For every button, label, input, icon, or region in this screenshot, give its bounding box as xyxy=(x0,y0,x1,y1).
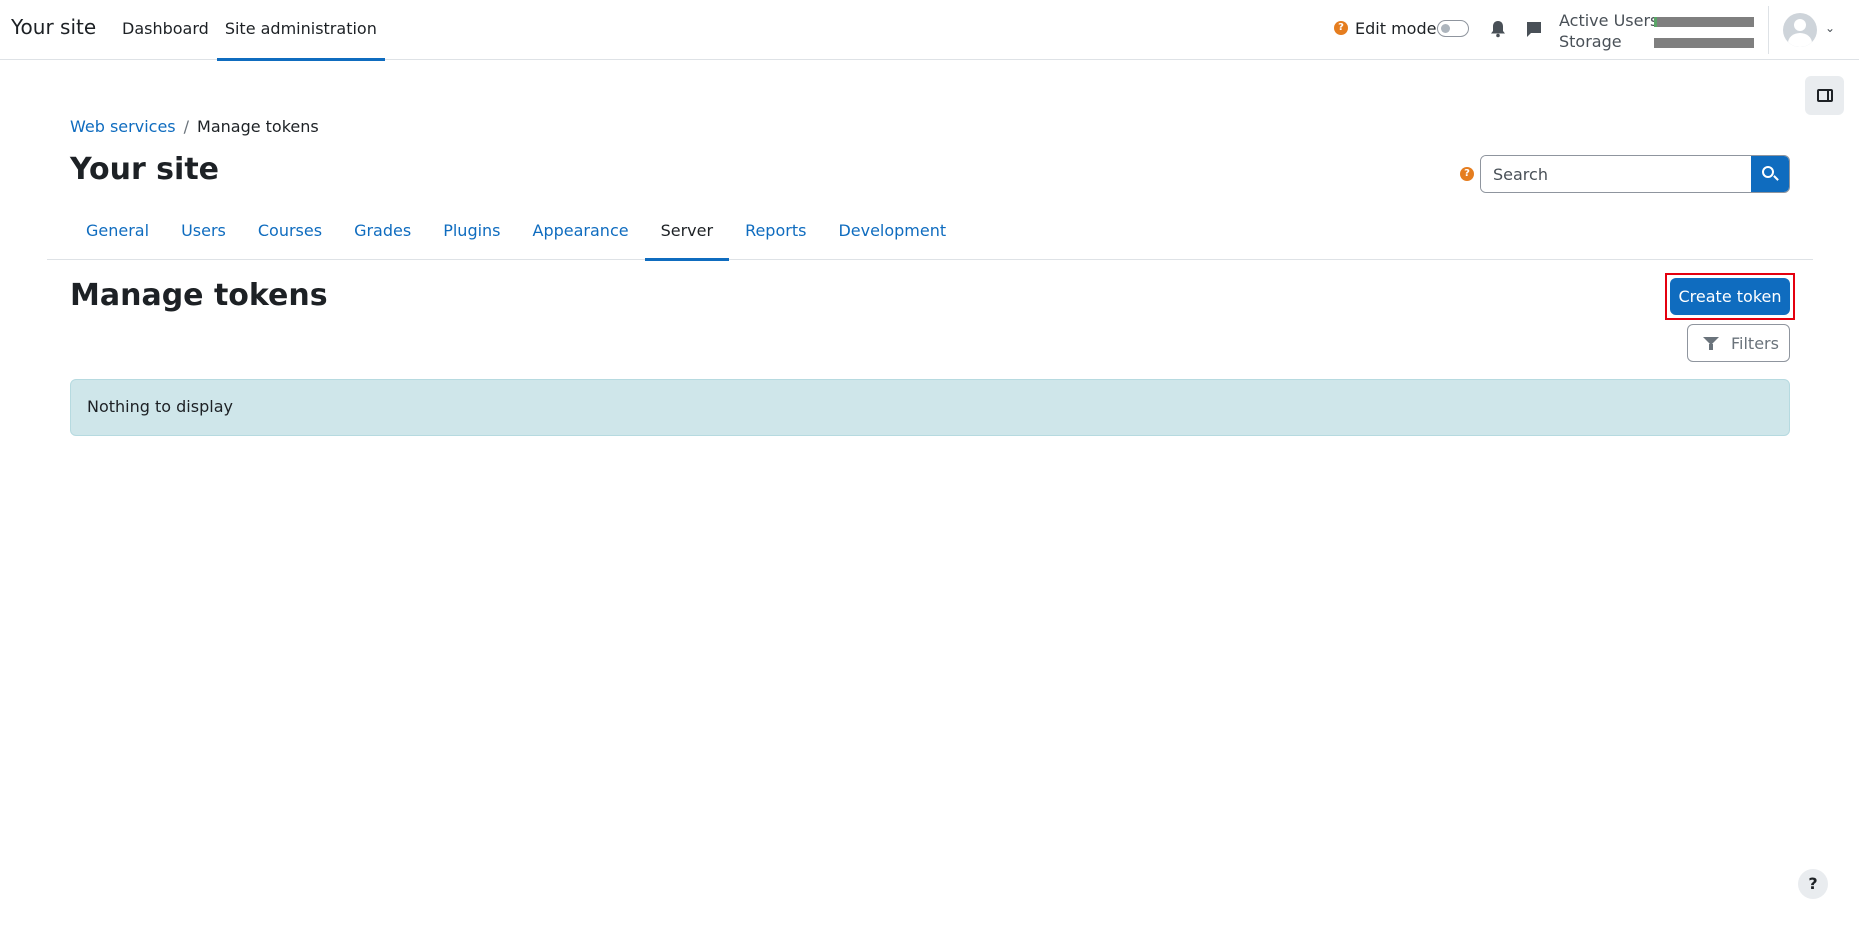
tab-reports[interactable]: Reports xyxy=(729,210,822,260)
secondary-nav: General Users Courses Grades Plugins App… xyxy=(47,210,1813,261)
empty-state-alert: Nothing to display xyxy=(70,379,1790,436)
storage-bar xyxy=(1654,38,1754,48)
search-help-icon[interactable]: ? xyxy=(1460,167,1474,181)
active-users-bar xyxy=(1654,17,1754,27)
avatar-head xyxy=(1794,19,1806,31)
breadcrumb: Web services / Manage tokens xyxy=(70,117,319,136)
tab-plugins[interactable]: Plugins xyxy=(427,210,516,260)
breadcrumb-current: Manage tokens xyxy=(197,117,319,136)
highlight-box: Create token xyxy=(1665,273,1795,320)
block-drawer-toggle-button[interactable] xyxy=(1805,76,1844,115)
messages-chat-icon[interactable] xyxy=(1525,20,1543,42)
breadcrumb-web-services-link[interactable]: Web services xyxy=(70,117,176,136)
chevron-down-icon: ⌄ xyxy=(1825,21,1836,35)
site-brand-link[interactable]: Your site xyxy=(11,15,96,39)
tab-server[interactable]: Server xyxy=(644,210,730,261)
tab-appearance[interactable]: Appearance xyxy=(517,210,645,260)
breadcrumb-separator: / xyxy=(183,117,190,136)
storage-label: Storage xyxy=(1559,32,1622,51)
tab-development[interactable]: Development xyxy=(822,210,962,260)
search-icon-handle xyxy=(1773,175,1779,181)
filter-funnel-icon-stem xyxy=(1709,344,1713,350)
edit-mode-toggle[interactable] xyxy=(1437,20,1469,37)
help-question-button[interactable]: ? xyxy=(1798,869,1828,899)
filters-button-label: Filters xyxy=(1731,334,1779,353)
primary-nav: Dashboard Site administration xyxy=(114,0,385,61)
avatar-body xyxy=(1788,33,1812,47)
admin-search-form xyxy=(1480,155,1790,193)
nav-item-site-administration[interactable]: Site administration xyxy=(216,0,385,61)
filters-button[interactable]: Filters xyxy=(1687,324,1790,362)
create-token-button[interactable]: Create token xyxy=(1670,278,1790,315)
nav-item-dashboard[interactable]: Dashboard xyxy=(114,0,217,60)
tab-general[interactable]: General xyxy=(70,210,165,260)
active-users-label: Active Users xyxy=(1559,11,1659,30)
top-navbar: Your site Dashboard Site administration … xyxy=(0,0,1859,61)
tab-users[interactable]: Users xyxy=(165,210,242,260)
avatar xyxy=(1783,13,1817,47)
edit-mode-help-icon[interactable]: ? xyxy=(1334,21,1348,35)
search-submit-button[interactable] xyxy=(1751,156,1789,192)
edit-mode-label: Edit mode xyxy=(1355,19,1437,38)
tab-courses[interactable]: Courses xyxy=(242,210,338,260)
user-menu-toggle[interactable]: ⌄ xyxy=(1783,11,1839,49)
notifications-bell-icon[interactable] xyxy=(1490,20,1506,42)
navbar-divider xyxy=(1768,6,1769,54)
tab-grades[interactable]: Grades xyxy=(338,210,427,260)
toggle-knob xyxy=(1441,24,1450,33)
page-title: Your site xyxy=(70,152,220,187)
manage-tokens-heading: Manage tokens xyxy=(70,278,328,313)
drawer-panel-icon xyxy=(1817,89,1833,102)
search-input[interactable] xyxy=(1481,156,1751,192)
